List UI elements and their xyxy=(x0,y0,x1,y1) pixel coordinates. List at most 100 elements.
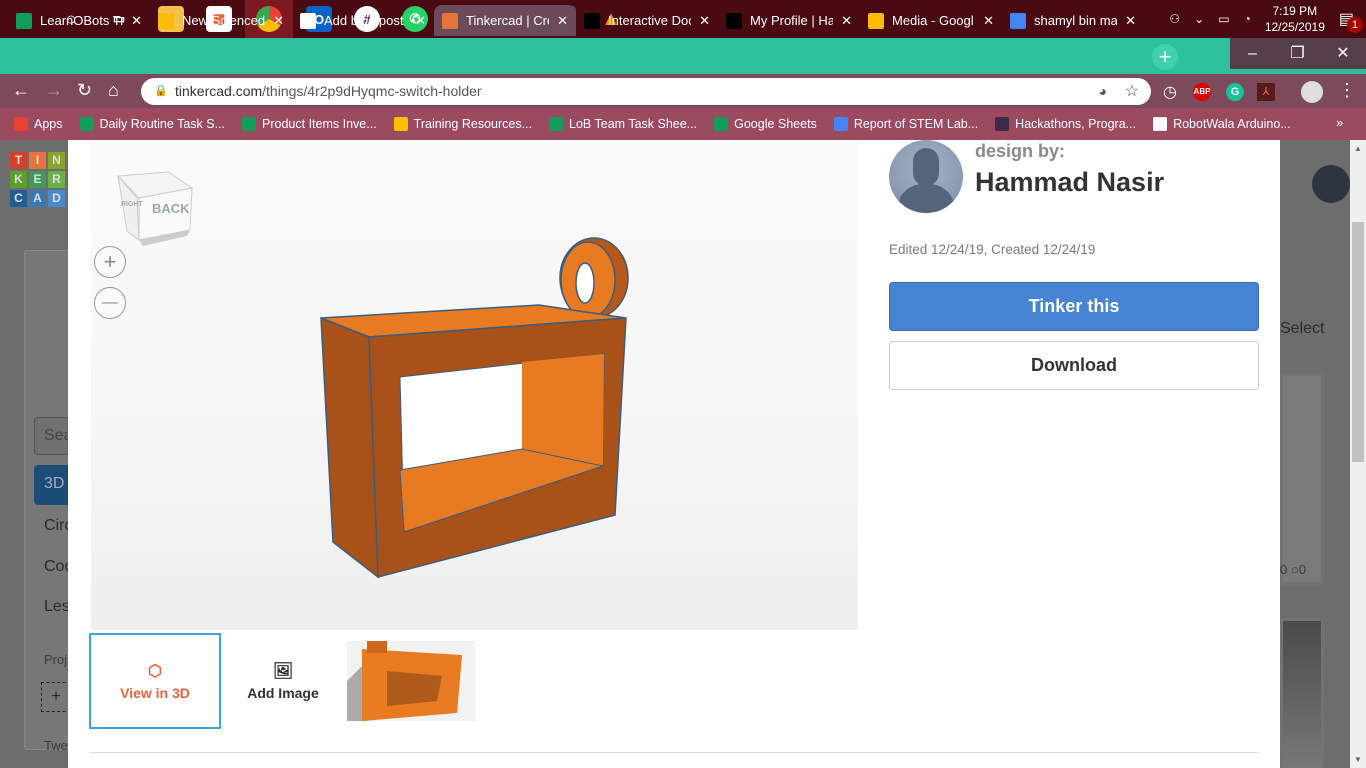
date: 12/25/2019 xyxy=(1264,20,1325,34)
people-icon[interactable]: ⚇ xyxy=(1169,12,1180,26)
design-by-label: design by: xyxy=(975,141,1066,161)
background-card-counts: 0 ○0 xyxy=(1280,562,1306,577)
close-tab-icon[interactable]: ✕ xyxy=(415,13,426,29)
clock[interactable]: 7:19 PM 12/25/2019 xyxy=(1265,3,1325,35)
switch-holder-model xyxy=(320,237,629,579)
bookmark-item[interactable]: Report of STEM Lab... xyxy=(833,117,979,131)
profile-avatar[interactable] xyxy=(1301,81,1323,103)
adblock-icon[interactable]: ABP xyxy=(1193,83,1211,101)
bookmark-label: Google Sheets xyxy=(734,117,817,131)
close-tab-icon[interactable]: ✕ xyxy=(131,13,142,29)
design-thumbnail[interactable] xyxy=(347,641,475,721)
background-card-2 xyxy=(1280,618,1324,768)
bookmark-item[interactable]: Hackathons, Progra... xyxy=(995,117,1136,131)
lock-icon: 🔒 xyxy=(154,85,168,97)
tab-favicon-icon xyxy=(16,12,32,29)
grammarly-icon[interactable]: G xyxy=(1226,83,1244,101)
bookmark-label: Apps xyxy=(34,117,63,131)
chevron-up-icon[interactable]: ⌄ xyxy=(1194,12,1204,26)
download-button[interactable]: Download xyxy=(889,341,1259,390)
bookmark-item[interactable]: Training Resources... xyxy=(393,117,532,131)
new-tab-button[interactable]: + xyxy=(1152,44,1178,70)
more-bookmarks-icon[interactable]: » xyxy=(1336,115,1343,130)
cube-icon: ⬡ xyxy=(148,663,162,680)
browser-tab[interactable]: Add blog post ✕ xyxy=(292,5,434,36)
background-footer-text: Twe xyxy=(44,738,68,753)
bookmark-label: Report of STEM Lab... xyxy=(853,117,979,131)
designer-name[interactable]: Hammad Nasir xyxy=(975,167,1164,198)
tab-title: shamyl bin ma xyxy=(1034,13,1118,28)
divider xyxy=(89,752,1259,753)
bookmark-item[interactable]: Product Items Inve... xyxy=(242,117,377,131)
design-modal: BACK RIGHT + — ⬡ View in 3D 🖼 Add Image … xyxy=(68,140,1280,768)
add-image-label: Add Image xyxy=(247,685,319,701)
pdf-extension-icon[interactable]: ⅄ xyxy=(1257,83,1275,101)
scrollbar-thumb[interactable] xyxy=(1352,222,1364,462)
close-window-button[interactable]: ✕ xyxy=(1320,38,1366,69)
add-image-button[interactable]: 🖼 Add Image xyxy=(217,633,349,729)
logo-letter: K xyxy=(10,171,27,188)
home-button[interactable]: ⌂ xyxy=(108,80,119,101)
tinkercad-logo[interactable]: TIN KER CAD xyxy=(10,152,65,207)
browser-tab[interactable]: Interactive Doc ✕ xyxy=(576,5,718,36)
cube-back-label: BACK xyxy=(152,201,190,216)
3d-viewer[interactable]: BACK RIGHT + — xyxy=(91,140,858,630)
browser-tab[interactable]: Media - Googl ✕ xyxy=(860,5,1002,36)
bookmark-item[interactable]: Daily Routine Task S... xyxy=(79,117,225,131)
logo-letter: I xyxy=(29,152,46,169)
bookmark-item[interactable]: LoB Team Task Shee... xyxy=(549,117,697,131)
back-button[interactable]: ← xyxy=(12,80,30,101)
bookmark-favicon-icon xyxy=(14,117,28,131)
logo-letter: E xyxy=(29,171,46,188)
url-domain: tinkercad.com xyxy=(175,83,263,99)
browser-tab[interactable]: LearnOBots Tra ✕ xyxy=(8,5,150,36)
cookie-blocked-icon[interactable]: ◕ xyxy=(1099,78,1107,105)
browser-tab[interactable]: New Scienceda ✕ xyxy=(150,5,292,36)
close-tab-icon[interactable]: ✕ xyxy=(699,13,710,29)
bookmark-favicon-icon xyxy=(549,117,564,131)
battery-icon[interactable]: ▭ xyxy=(1218,12,1229,26)
zoom-out-button[interactable]: — xyxy=(94,287,126,319)
close-tab-icon[interactable]: ✕ xyxy=(841,13,852,29)
forward-button[interactable]: → xyxy=(45,80,63,101)
page-content: TINKERCAD Sea 3D Circ Cod Les Proj + Twe… xyxy=(0,140,1350,768)
tinker-this-button[interactable]: Tinker this xyxy=(889,282,1259,331)
scrollbar[interactable]: ▲ ▼ xyxy=(1350,140,1366,768)
browser-tab[interactable]: shamyl bin ma ✕ xyxy=(1002,5,1144,36)
close-tab-icon[interactable]: ✕ xyxy=(983,13,994,29)
menu-icon[interactable]: ⋮ xyxy=(1338,80,1356,101)
wifi-icon[interactable]: ◔ xyxy=(1244,12,1251,26)
minimize-button[interactable]: – xyxy=(1230,38,1275,69)
cube-right-label: RIGHT xyxy=(121,201,144,208)
close-tab-icon[interactable]: ✕ xyxy=(1125,13,1136,29)
bookmark-item[interactable]: Apps xyxy=(14,117,63,131)
view-in-3d-thumb[interactable]: ⬡ View in 3D xyxy=(89,633,221,729)
designer-avatar[interactable] xyxy=(889,140,963,213)
address-bar[interactable]: 🔒 tinkercad.com/things/4r2p9dHyqmc-switc… xyxy=(141,78,1151,105)
bookmark-favicon-icon xyxy=(242,117,257,131)
time: 7:19 PM xyxy=(1272,4,1318,18)
close-tab-icon[interactable]: ✕ xyxy=(557,13,568,29)
close-tab-icon[interactable]: ✕ xyxy=(273,13,284,29)
system-tray: ⚇ ⌄ ▭ ◔ 7:19 PM 12/25/2019 ▤ 1 xyxy=(1169,0,1366,38)
logo-letter: C xyxy=(10,190,27,207)
tab-title: LearnOBots Tra xyxy=(40,13,124,28)
notification-count: 1 xyxy=(1346,17,1363,33)
zoom-in-button[interactable]: + xyxy=(94,246,126,278)
speed-extension-icon[interactable]: ◷ xyxy=(1163,82,1177,102)
bookmark-item[interactable]: Google Sheets xyxy=(714,117,817,131)
tab-favicon-icon xyxy=(158,12,174,29)
toolbar: ← → ↻ ⌂ 🔒 tinkercad.com/things/4r2p9dHyq… xyxy=(0,74,1366,108)
design-dates: Edited 12/24/19, Created 12/24/19 xyxy=(889,242,1096,257)
restore-button[interactable]: ❐ xyxy=(1275,38,1320,69)
bookmark-star-icon[interactable]: ☆ xyxy=(1125,78,1139,105)
bookmarks-bar: Apps Daily Routine Task S... Product Items… xyxy=(0,108,1366,140)
browser-tab[interactable]: Tinkercad | Cre ✕ xyxy=(434,5,576,36)
view-cube[interactable]: BACK RIGHT xyxy=(116,171,194,246)
browser-tab[interactable]: My Profile | Ha ✕ xyxy=(718,5,860,36)
bookmark-item[interactable]: RobotWala Arduino... xyxy=(1153,117,1291,131)
bookmark-label: RobotWala Arduino... xyxy=(1173,117,1291,131)
tab-favicon-icon xyxy=(300,12,316,29)
notifications-icon[interactable]: ▤ 1 xyxy=(1339,9,1363,33)
reload-button[interactable]: ↻ xyxy=(77,80,92,101)
